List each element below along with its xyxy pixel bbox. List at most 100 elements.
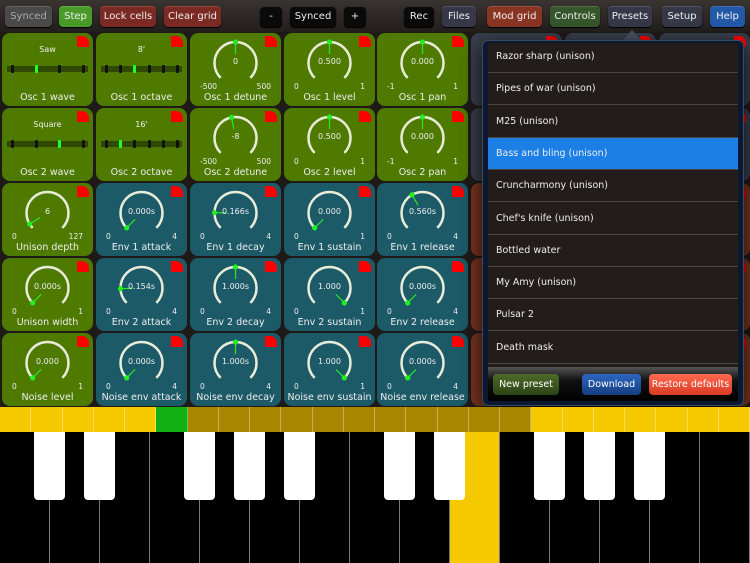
step-cell[interactable] <box>281 407 313 432</box>
step-cell[interactable] <box>531 407 563 432</box>
piano-key[interactable] <box>700 432 750 563</box>
piano-key-short[interactable] <box>534 432 565 500</box>
step-cell[interactable] <box>468 407 500 432</box>
piano-key-short[interactable] <box>234 432 265 500</box>
piano-key-short[interactable] <box>384 432 415 500</box>
preset-item[interactable]: Chef's knife (unison) <box>488 203 738 235</box>
download-button[interactable]: Download <box>582 374 641 395</box>
presets-button[interactable]: Presets <box>608 6 652 27</box>
preset-item[interactable]: Pulsar 2 <box>488 299 738 332</box>
preset-item[interactable]: Pipes of war (unison) <box>488 73 738 106</box>
piano-key-short[interactable] <box>634 432 665 500</box>
step-cell[interactable] <box>593 407 625 432</box>
synced-button[interactable]: Synced <box>5 6 52 27</box>
cell-noise-env-decay[interactable]: 1.000s 0 4 Noise env decay <box>190 333 281 406</box>
knob-pointer-dot <box>312 225 318 231</box>
step-slider[interactable] <box>101 65 182 73</box>
cell-env-1-sustain[interactable]: 0.000 0 1 Env 1 sustain <box>284 183 375 256</box>
cell-osc-2-octave[interactable]: 16' Osc 2 octave <box>96 108 187 181</box>
cell-osc-1-wave[interactable]: Saw Osc 1 wave <box>2 33 93 106</box>
tempo-sync-button[interactable]: Synced <box>290 6 336 27</box>
step-cell[interactable] <box>187 407 219 432</box>
step-cell[interactable] <box>687 407 719 432</box>
step-cell[interactable] <box>718 407 750 432</box>
preset-item[interactable]: Bass and bling (unison) <box>488 137 738 170</box>
cell-noise-env-sustain[interactable]: 1.000 0 1 Noise env sustain <box>284 333 375 406</box>
step-cell[interactable] <box>500 407 532 432</box>
step-cell[interactable] <box>62 407 94 432</box>
preset-item[interactable]: Bottled water <box>488 235 738 267</box>
step-slider[interactable] <box>7 65 88 73</box>
lock-cells-button[interactable]: Lock cells <box>100 6 156 27</box>
preset-item[interactable]: Cruncharmony (unison) <box>488 170 738 203</box>
preset-list[interactable]: Razor sharp (unison) Pipes of war (unison… <box>488 43 738 367</box>
piano-key-short[interactable] <box>284 432 315 500</box>
preset-item[interactable]: M25 (unison) <box>488 106 738 138</box>
step-cell[interactable] <box>437 407 469 432</box>
cell-osc-1-detune[interactable]: 0 -500 500 Osc 1 detune <box>190 33 281 106</box>
step-cell[interactable] <box>31 407 63 432</box>
cell-label: Noise level <box>21 392 74 403</box>
cell-env-1-decay[interactable]: 0.166s 0 4 Env 1 decay <box>190 183 281 256</box>
step-cell[interactable] <box>218 407 250 432</box>
knob-value: 1.000s <box>221 357 250 366</box>
setup-button[interactable]: Setup <box>662 6 702 27</box>
preset-item[interactable]: Death mask <box>488 332 738 364</box>
step-cell[interactable] <box>406 407 438 432</box>
cell-noise-level[interactable]: 0.000 0 1 Noise level <box>2 333 93 406</box>
cell-env-2-decay[interactable]: 1.000s 0 4 Env 2 decay <box>190 258 281 331</box>
piano-key-short[interactable] <box>434 432 465 500</box>
step-cell[interactable] <box>656 407 688 432</box>
cell-env-1-attack[interactable]: 0.000s 0 4 Env 1 attack <box>96 183 187 256</box>
cell-osc-2-wave[interactable]: Square Osc 2 wave <box>2 108 93 181</box>
cell-osc-2-level[interactable]: 0.500 0 1 Osc 2 level <box>284 108 375 181</box>
cell-env-1-release[interactable]: 0.560s 0 4 Env 1 release <box>377 183 468 256</box>
preset-item[interactable]: Razor sharp (unison) <box>488 43 738 73</box>
knob-value: 0.000s <box>408 282 437 291</box>
piano-key-short[interactable] <box>84 432 115 500</box>
cell-osc-2-pan[interactable]: 0.000 -1 1 Osc 2 pan <box>377 108 468 181</box>
piano-key-short[interactable] <box>184 432 215 500</box>
cell-noise-env-release[interactable]: 0.000s 0 4 Noise env release <box>377 333 468 406</box>
cell-label: Env 2 release <box>390 317 455 328</box>
step-cell[interactable] <box>156 407 188 432</box>
rec-button[interactable]: Rec <box>404 6 434 27</box>
step-cell[interactable] <box>312 407 344 432</box>
controls-button[interactable]: Controls <box>550 6 600 27</box>
step-slider[interactable] <box>101 140 182 148</box>
cell-noise-env-attack[interactable]: 0.000s 0 4 Noise env attack <box>96 333 187 406</box>
cell-unison-depth[interactable]: 6 0 127 Unison depth <box>2 183 93 256</box>
cell-osc-1-pan[interactable]: 0.000 -1 1 Osc 1 pan <box>377 33 468 106</box>
cell-osc-1-octave[interactable]: 8' Osc 1 octave <box>96 33 187 106</box>
new-preset-button[interactable]: New preset <box>493 374 559 395</box>
step-cell[interactable] <box>625 407 657 432</box>
cell-env-2-release[interactable]: 0.000s 0 4 Env 2 release <box>377 258 468 331</box>
step-slider[interactable] <box>7 140 88 148</box>
cell-osc-1-level[interactable]: 0.500 0 1 Osc 1 level <box>284 33 375 106</box>
tempo-decrease-button[interactable]: - <box>260 6 282 27</box>
knob-pointer-dot <box>419 114 426 120</box>
cell-unison-width[interactable]: 0.000s 0 1 Unison width <box>2 258 93 331</box>
step-cell[interactable] <box>250 407 282 432</box>
step-cell[interactable] <box>93 407 125 432</box>
knob-min-label: 0 <box>106 382 111 391</box>
clear-grid-button[interactable]: Clear grid <box>164 6 221 27</box>
step-button[interactable]: Step <box>59 6 92 27</box>
step-cell[interactable] <box>375 407 407 432</box>
cell-env-2-attack[interactable]: 0.154s 0 4 Env 2 attack <box>96 258 187 331</box>
help-button[interactable]: Help <box>710 6 745 27</box>
preset-item[interactable]: My Amy (unison) <box>488 267 738 300</box>
step-cell[interactable] <box>562 407 594 432</box>
tempo-increase-button[interactable]: + <box>344 6 366 27</box>
cell-osc-2-detune[interactable]: -8 -500 500 Osc 2 detune <box>190 108 281 181</box>
files-button[interactable]: Files <box>442 6 476 27</box>
piano-key-short[interactable] <box>584 432 615 500</box>
mod-grid-button[interactable]: Mod grid <box>487 6 542 27</box>
step-cell[interactable] <box>343 407 375 432</box>
cell-label: Noise env release <box>380 392 465 403</box>
step-cell[interactable] <box>0 407 32 432</box>
step-cell[interactable] <box>125 407 157 432</box>
restore-defaults-button[interactable]: Restore defaults <box>649 374 732 395</box>
cell-env-2-sustain[interactable]: 1.000 0 1 Env 2 sustain <box>284 258 375 331</box>
piano-key-short[interactable] <box>34 432 65 500</box>
